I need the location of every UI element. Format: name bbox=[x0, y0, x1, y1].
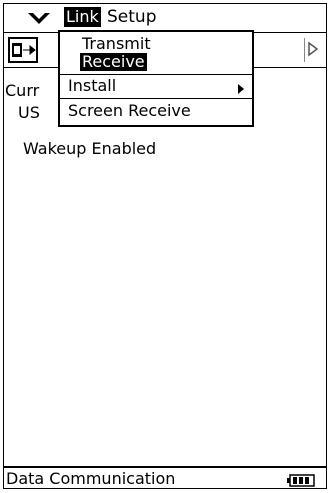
menu-item-receive-row[interactable]: Receive bbox=[60, 53, 252, 71]
status-text: Data Communication bbox=[6, 469, 176, 488]
menu-item-screen-receive[interactable]: Screen Receive bbox=[60, 102, 252, 120]
calculator-screen: Link Setup Curr US Wakeup Enabled Transm… bbox=[0, 0, 331, 493]
menu-divider bbox=[60, 74, 252, 75]
scroll-right-icon[interactable] bbox=[304, 38, 322, 62]
link-dropdown-menu: Transmit Receive Install Screen Receive bbox=[58, 30, 254, 127]
menu-item-transmit[interactable]: Transmit bbox=[60, 35, 252, 53]
menu-item-install[interactable]: Install bbox=[60, 77, 252, 95]
transfer-icon[interactable] bbox=[8, 37, 38, 63]
status-bar: Data Communication bbox=[3, 466, 327, 489]
menu-divider bbox=[60, 98, 252, 99]
caret-right-icon bbox=[238, 84, 244, 94]
menu-setup[interactable]: Setup bbox=[107, 7, 156, 27]
menu-item-receive[interactable]: Receive bbox=[80, 53, 147, 71]
chevron-down-icon[interactable] bbox=[26, 9, 52, 27]
battery-icon bbox=[287, 472, 315, 487]
menu-link[interactable]: Link bbox=[64, 7, 101, 27]
wakeup-status: Wakeup Enabled bbox=[23, 139, 157, 158]
menu-bar: Link Setup bbox=[4, 4, 326, 30]
current-setting-label: Curr bbox=[5, 81, 40, 100]
usb-setting-label: US bbox=[18, 103, 40, 122]
